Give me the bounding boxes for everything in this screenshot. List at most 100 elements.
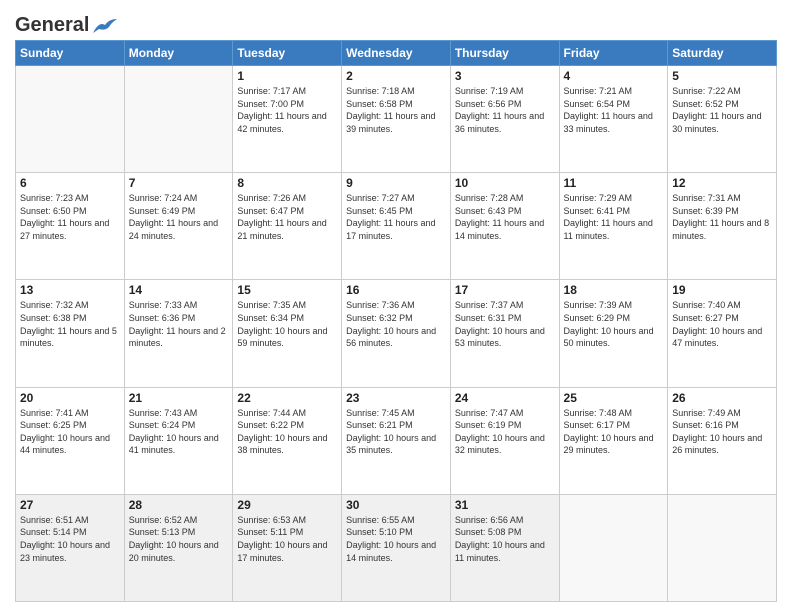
day-info: Sunrise: 7:49 AMSunset: 6:16 PMDaylight:… <box>672 407 772 457</box>
day-info: Sunrise: 7:35 AMSunset: 6:34 PMDaylight:… <box>237 299 337 349</box>
day-number: 5 <box>672 69 772 83</box>
day-number: 16 <box>346 283 446 297</box>
calendar-header-row: SundayMondayTuesdayWednesdayThursdayFrid… <box>16 41 777 66</box>
day-info: Sunrise: 7:28 AMSunset: 6:43 PMDaylight:… <box>455 192 555 242</box>
calendar-cell: 29 Sunrise: 6:53 AMSunset: 5:11 PMDayligh… <box>233 494 342 601</box>
calendar-cell <box>16 66 125 173</box>
calendar-cell: 15 Sunrise: 7:35 AMSunset: 6:34 PMDayligh… <box>233 280 342 387</box>
day-number: 19 <box>672 283 772 297</box>
calendar-cell: 25 Sunrise: 7:48 AMSunset: 6:17 PMDayligh… <box>559 387 668 494</box>
day-number: 31 <box>455 498 555 512</box>
day-info: Sunrise: 7:40 AMSunset: 6:27 PMDaylight:… <box>672 299 772 349</box>
calendar-cell: 2 Sunrise: 7:18 AMSunset: 6:58 PMDaylight… <box>342 66 451 173</box>
logo-general: General <box>15 14 117 36</box>
day-number: 7 <box>129 176 229 190</box>
calendar-cell: 1 Sunrise: 7:17 AMSunset: 7:00 PMDaylight… <box>233 66 342 173</box>
day-info: Sunrise: 7:24 AMSunset: 6:49 PMDaylight:… <box>129 192 229 242</box>
calendar-header-friday: Friday <box>559 41 668 66</box>
day-number: 21 <box>129 391 229 405</box>
day-info: Sunrise: 7:23 AMSunset: 6:50 PMDaylight:… <box>20 192 120 242</box>
calendar-cell: 31Sunrise: 6:56 AMSunset: 5:08 PMDayligh… <box>450 494 559 601</box>
week-row-3: 13 Sunrise: 7:32 AMSunset: 6:38 PMDayligh… <box>16 280 777 387</box>
day-number: 23 <box>346 391 446 405</box>
day-info: Sunrise: 7:45 AMSunset: 6:21 PMDaylight:… <box>346 407 446 457</box>
day-number: 4 <box>564 69 664 83</box>
calendar-cell: 18Sunrise: 7:39 AMSunset: 6:29 PMDayligh… <box>559 280 668 387</box>
calendar-cell: 11 Sunrise: 7:29 AMSunset: 6:41 PMDayligh… <box>559 173 668 280</box>
day-info: Sunrise: 7:21 AMSunset: 6:54 PMDaylight:… <box>564 85 664 135</box>
day-info: Sunrise: 7:33 AMSunset: 6:36 PMDaylight:… <box>129 299 229 349</box>
week-row-2: 6 Sunrise: 7:23 AMSunset: 6:50 PMDaylight… <box>16 173 777 280</box>
page: General SundayMondayTuesdayWednesdayThur… <box>0 0 792 612</box>
week-row-5: 27 Sunrise: 6:51 AMSunset: 5:14 PMDayligh… <box>16 494 777 601</box>
day-number: 13 <box>20 283 120 297</box>
calendar-header-saturday: Saturday <box>668 41 777 66</box>
day-info: Sunrise: 7:17 AMSunset: 7:00 PMDaylight:… <box>237 85 337 135</box>
day-number: 29 <box>237 498 337 512</box>
logo-bird-icon <box>91 17 117 35</box>
day-number: 22 <box>237 391 337 405</box>
calendar-cell: 10 Sunrise: 7:28 AMSunset: 6:43 PMDayligh… <box>450 173 559 280</box>
calendar-cell: 19 Sunrise: 7:40 AMSunset: 6:27 PMDayligh… <box>668 280 777 387</box>
calendar-cell: 17 Sunrise: 7:37 AMSunset: 6:31 PMDayligh… <box>450 280 559 387</box>
calendar-cell: 3 Sunrise: 7:19 AMSunset: 6:56 PMDaylight… <box>450 66 559 173</box>
day-number: 27 <box>20 498 120 512</box>
day-number: 11 <box>564 176 664 190</box>
day-info: Sunrise: 7:22 AMSunset: 6:52 PMDaylight:… <box>672 85 772 135</box>
day-number: 14 <box>129 283 229 297</box>
day-number: 12 <box>672 176 772 190</box>
day-number: 28 <box>129 498 229 512</box>
calendar-cell: 7 Sunrise: 7:24 AMSunset: 6:49 PMDaylight… <box>124 173 233 280</box>
day-info: Sunrise: 7:41 AMSunset: 6:25 PMDaylight:… <box>20 407 120 457</box>
day-info: Sunrise: 6:53 AMSunset: 5:11 PMDaylight:… <box>237 514 337 564</box>
day-info: Sunrise: 7:47 AMSunset: 6:19 PMDaylight:… <box>455 407 555 457</box>
day-number: 2 <box>346 69 446 83</box>
day-number: 6 <box>20 176 120 190</box>
day-info: Sunrise: 6:52 AMSunset: 5:13 PMDaylight:… <box>129 514 229 564</box>
day-info: Sunrise: 7:37 AMSunset: 6:31 PMDaylight:… <box>455 299 555 349</box>
calendar-cell: 13 Sunrise: 7:32 AMSunset: 6:38 PMDayligh… <box>16 280 125 387</box>
calendar-cell: 16 Sunrise: 7:36 AMSunset: 6:32 PMDayligh… <box>342 280 451 387</box>
calendar-table: SundayMondayTuesdayWednesdayThursdayFrid… <box>15 40 777 602</box>
day-info: Sunrise: 7:29 AMSunset: 6:41 PMDaylight:… <box>564 192 664 242</box>
calendar-cell: 23 Sunrise: 7:45 AMSunset: 6:21 PMDayligh… <box>342 387 451 494</box>
day-number: 26 <box>672 391 772 405</box>
day-info: Sunrise: 7:19 AMSunset: 6:56 PMDaylight:… <box>455 85 555 135</box>
day-number: 10 <box>455 176 555 190</box>
day-info: Sunrise: 7:48 AMSunset: 6:17 PMDaylight:… <box>564 407 664 457</box>
day-number: 17 <box>455 283 555 297</box>
calendar-cell: 14 Sunrise: 7:33 AMSunset: 6:36 PMDayligh… <box>124 280 233 387</box>
calendar-cell: 21 Sunrise: 7:43 AMSunset: 6:24 PMDayligh… <box>124 387 233 494</box>
day-number: 24 <box>455 391 555 405</box>
day-number: 9 <box>346 176 446 190</box>
day-info: Sunrise: 7:32 AMSunset: 6:38 PMDaylight:… <box>20 299 120 349</box>
calendar-cell: 9 Sunrise: 7:27 AMSunset: 6:45 PMDaylight… <box>342 173 451 280</box>
day-number: 20 <box>20 391 120 405</box>
logo: General <box>15 14 117 32</box>
calendar-cell: 28 Sunrise: 6:52 AMSunset: 5:13 PMDayligh… <box>124 494 233 601</box>
calendar-cell: 27 Sunrise: 6:51 AMSunset: 5:14 PMDayligh… <box>16 494 125 601</box>
calendar-cell: 22Sunrise: 7:44 AMSunset: 6:22 PMDayligh… <box>233 387 342 494</box>
calendar-cell: 8Sunrise: 7:26 AMSunset: 6:47 PMDaylight… <box>233 173 342 280</box>
day-info: Sunrise: 7:27 AMSunset: 6:45 PMDaylight:… <box>346 192 446 242</box>
calendar-cell: 20 Sunrise: 7:41 AMSunset: 6:25 PMDayligh… <box>16 387 125 494</box>
calendar-header-sunday: Sunday <box>16 41 125 66</box>
day-number: 25 <box>564 391 664 405</box>
header: General <box>15 10 777 32</box>
calendar-header-thursday: Thursday <box>450 41 559 66</box>
calendar-cell: 4 Sunrise: 7:21 AMSunset: 6:54 PMDaylight… <box>559 66 668 173</box>
day-info: Sunrise: 7:39 AMSunset: 6:29 PMDaylight:… <box>564 299 664 349</box>
calendar-header-tuesday: Tuesday <box>233 41 342 66</box>
day-info: Sunrise: 7:26 AMSunset: 6:47 PMDaylight:… <box>237 192 337 242</box>
day-info: Sunrise: 7:43 AMSunset: 6:24 PMDaylight:… <box>129 407 229 457</box>
calendar-cell <box>668 494 777 601</box>
day-number: 15 <box>237 283 337 297</box>
day-number: 3 <box>455 69 555 83</box>
calendar-cell: 5 Sunrise: 7:22 AMSunset: 6:52 PMDaylight… <box>668 66 777 173</box>
day-info: Sunrise: 7:18 AMSunset: 6:58 PMDaylight:… <box>346 85 446 135</box>
day-info: Sunrise: 6:51 AMSunset: 5:14 PMDaylight:… <box>20 514 120 564</box>
calendar-header-monday: Monday <box>124 41 233 66</box>
day-number: 1 <box>237 69 337 83</box>
calendar-header-wednesday: Wednesday <box>342 41 451 66</box>
day-info: Sunrise: 7:36 AMSunset: 6:32 PMDaylight:… <box>346 299 446 349</box>
